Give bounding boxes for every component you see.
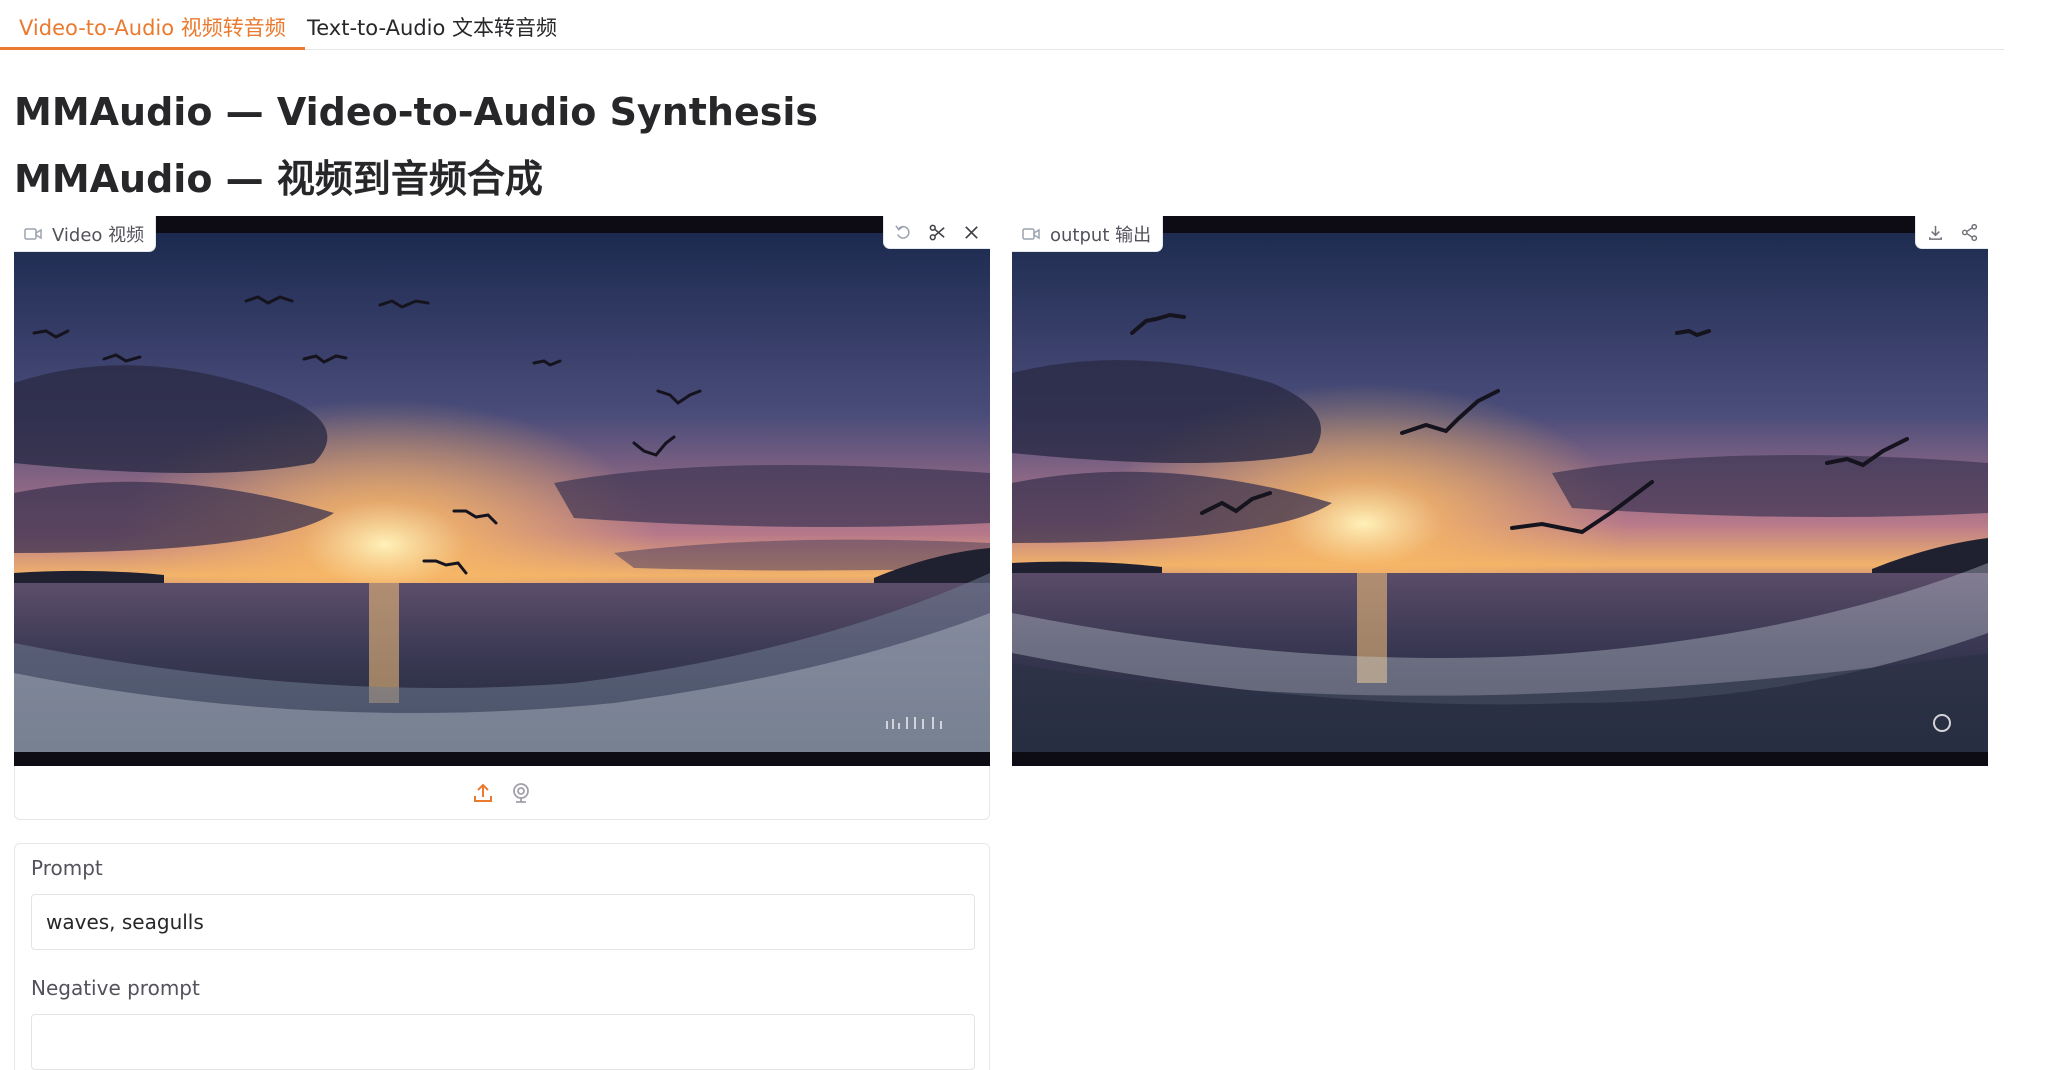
negative-prompt-label: Negative prompt — [31, 976, 200, 1000]
share-button[interactable] — [1956, 219, 1982, 245]
download-button[interactable] — [1922, 219, 1948, 245]
trim-button[interactable] — [924, 219, 950, 245]
input-video-label-text: Video 视频 — [52, 224, 145, 246]
download-icon — [1928, 225, 1942, 240]
input-video-toolbar — [884, 216, 990, 248]
tab-text-to-audio[interactable]: Text-to-Audio 文本转音频 — [288, 0, 576, 50]
output-video-toolbar — [1916, 216, 1988, 248]
output-video-panel[interactable]: output 输出 — [1012, 216, 1988, 766]
input-video-image — [14, 233, 990, 752]
webcam-icon — [513, 782, 529, 803]
output-video-label-text: output 输出 — [1050, 224, 1152, 246]
output-video-frame[interactable] — [1012, 233, 1988, 752]
negative-prompt-input[interactable] — [31, 1014, 975, 1070]
prompt-form: Prompt Negative prompt — [14, 843, 990, 1070]
undo-button[interactable] — [890, 219, 916, 245]
tab-video-to-audio[interactable]: Video-to-Audio 视频转音频 — [0, 0, 305, 50]
video-camera-icon — [24, 227, 42, 240]
output-video-image — [1012, 233, 1988, 752]
input-video-panel[interactable]: Video 视频 — [14, 216, 990, 766]
clear-button[interactable] — [958, 219, 984, 245]
webcam-source-button[interactable] — [508, 780, 534, 806]
input-source-selector — [14, 766, 990, 820]
tab-bar: Video-to-Audio 视频转音频 Text-to-Audio 文本转音频 — [0, 0, 2004, 50]
prompt-input[interactable] — [31, 894, 975, 950]
upload-source-button[interactable] — [470, 780, 496, 806]
input-video-frame[interactable] — [14, 233, 990, 752]
undo-icon — [894, 224, 910, 239]
page-title: MMAudio — Video-to-Audio Synthesis — [14, 90, 819, 134]
close-icon — [964, 225, 978, 239]
prompt-label: Prompt — [31, 856, 103, 880]
upload-icon — [474, 783, 492, 802]
share-icon — [1961, 223, 1977, 241]
video-camera-icon — [1022, 227, 1040, 240]
output-video-label: output 输出 — [1012, 216, 1163, 251]
input-video-label: Video 视频 — [14, 216, 156, 251]
scissors-icon — [929, 224, 945, 240]
page-title-chinese: MMAudio — 视频到音频合成 — [14, 157, 543, 201]
